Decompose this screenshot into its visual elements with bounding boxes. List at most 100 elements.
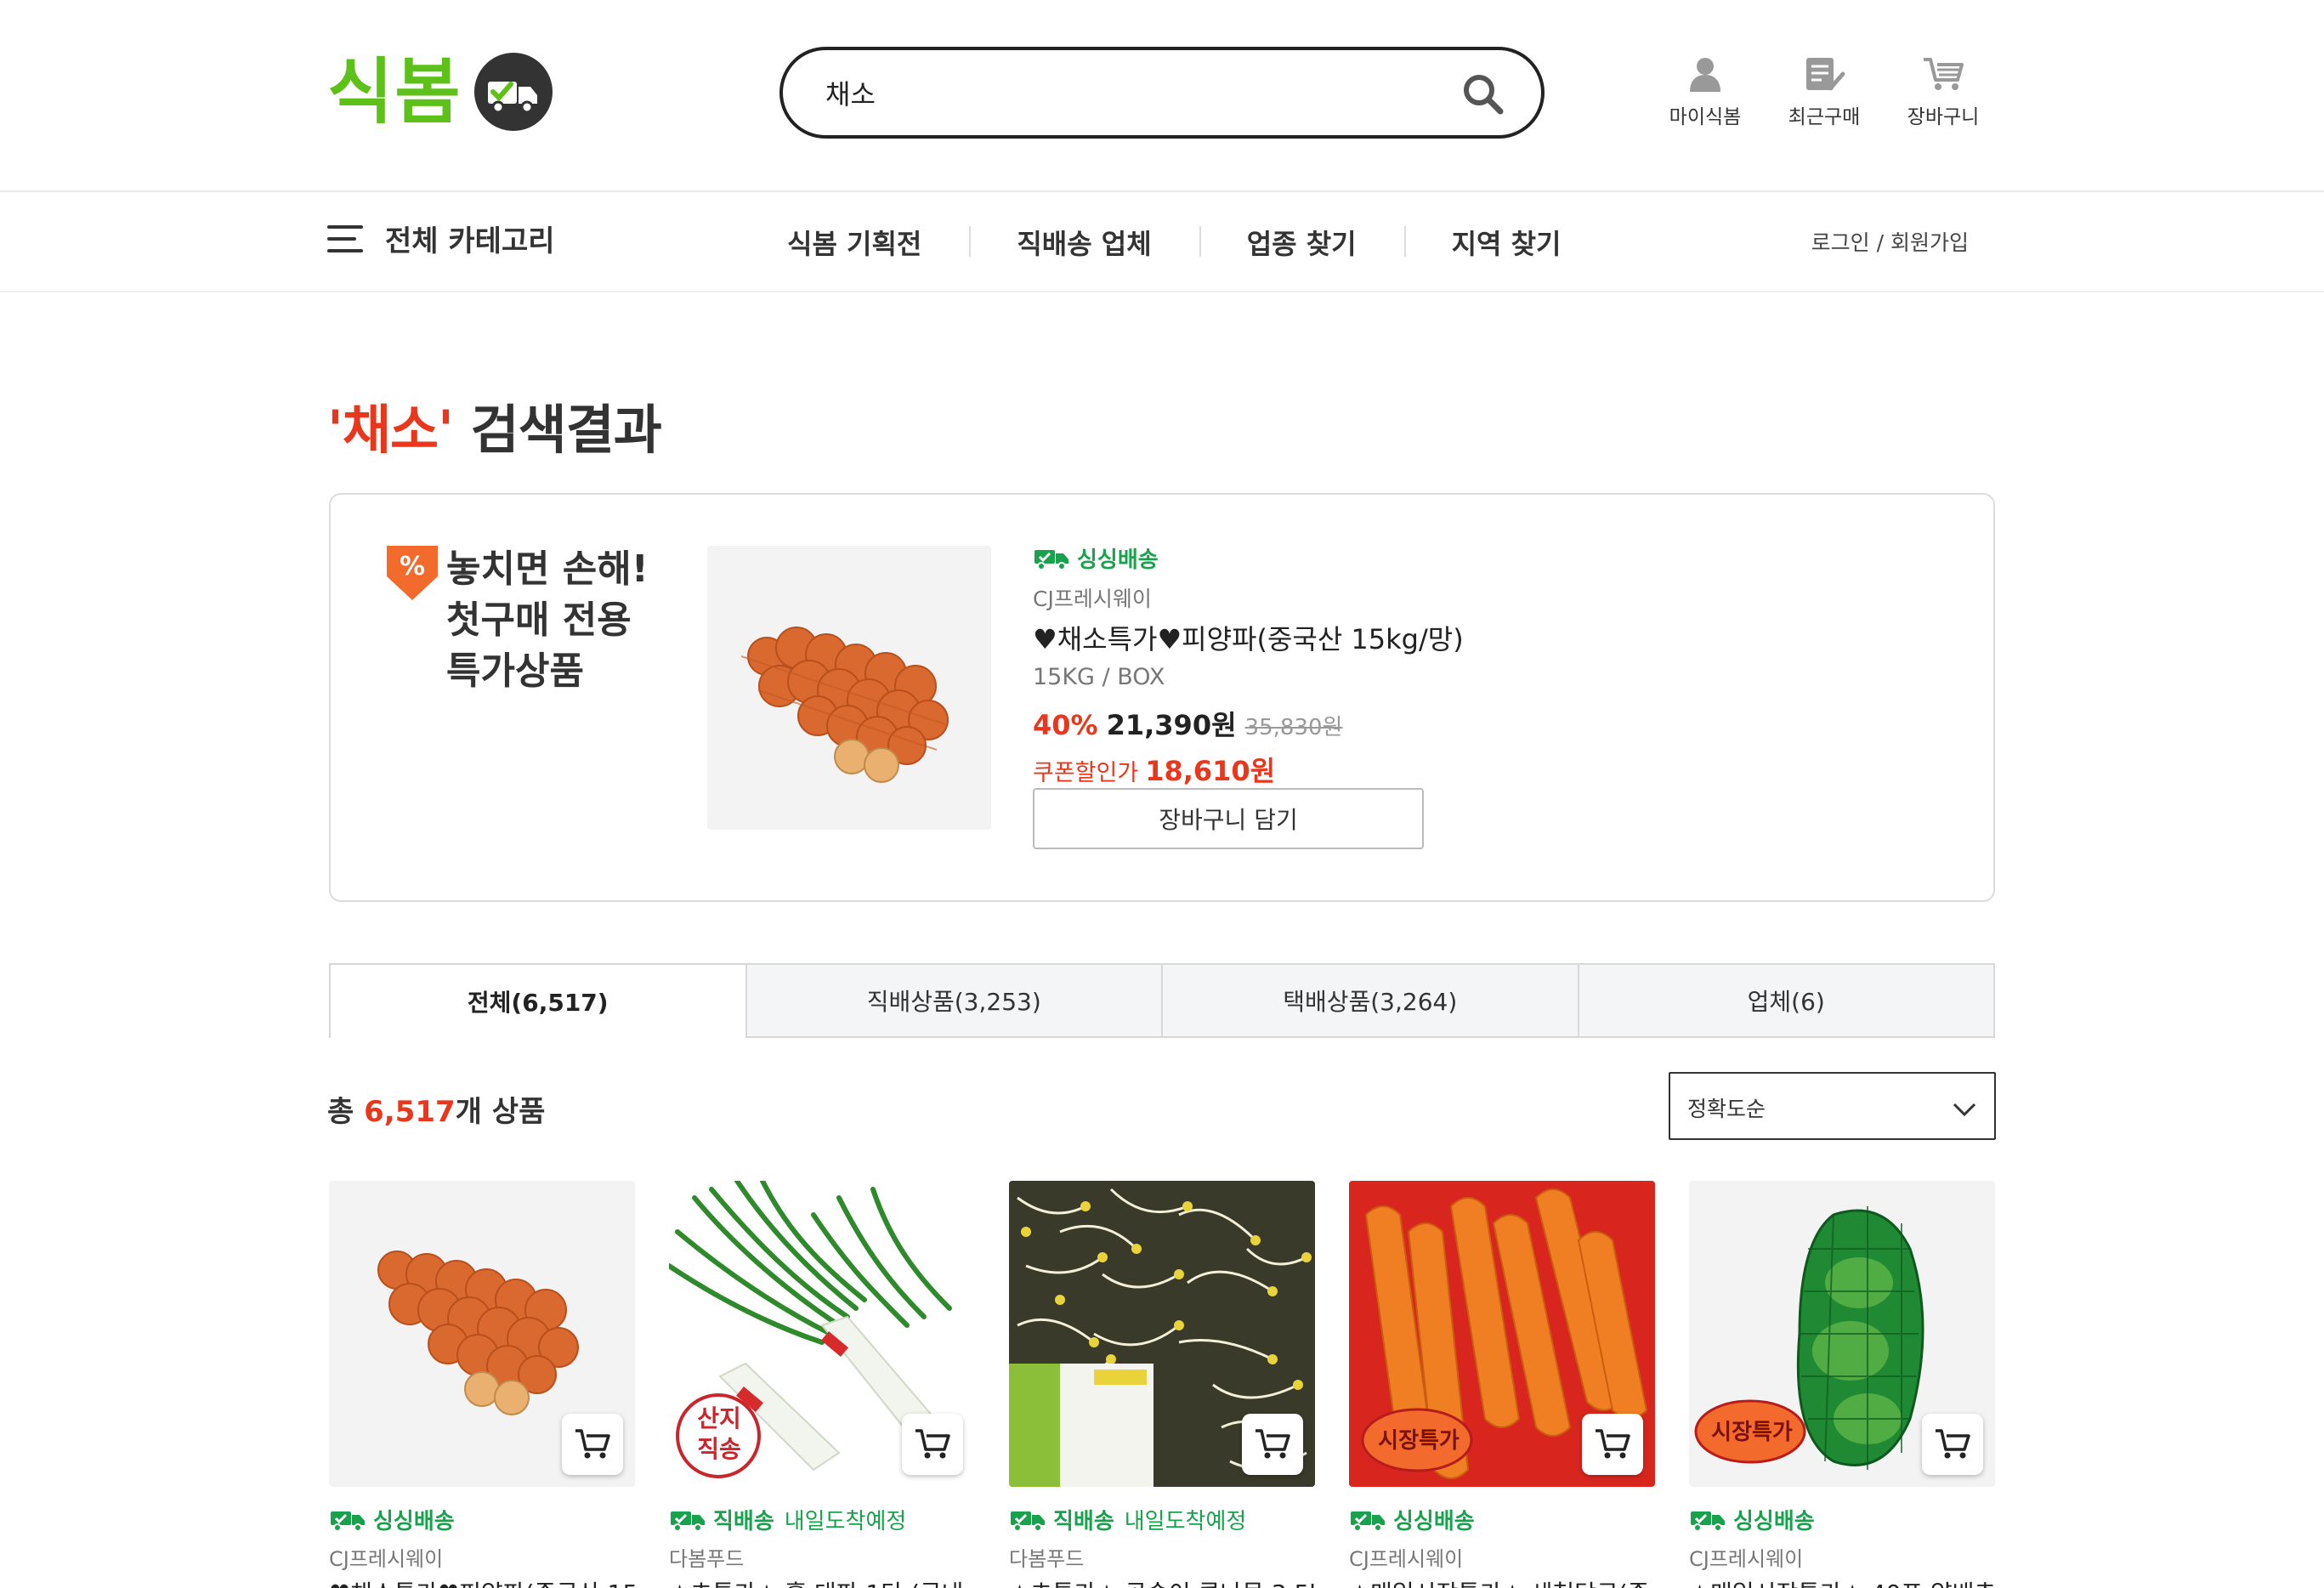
add-to-cart-icon[interactable] xyxy=(562,1414,623,1475)
product-name[interactable]: ★매일시장특가★ 세척당근(중 xyxy=(1349,1575,1655,1588)
nav-link-business-type[interactable]: 업종 찾기 xyxy=(1199,223,1404,262)
recent-order-label: 최근구매 xyxy=(1788,106,1861,128)
product-image[interactable]: 시장특가 xyxy=(1689,1181,1995,1487)
shipping-label: 싱싱배송 xyxy=(1033,542,1628,574)
truck-icon xyxy=(1351,1511,1385,1532)
sort-selected: 정확도순 xyxy=(1687,1097,1766,1121)
discount-badge-icon: % xyxy=(387,546,438,600)
nav-link-promotions[interactable]: 식봄 기획전 xyxy=(740,223,969,262)
product-seller: CJ프레시웨이 xyxy=(1689,1547,1804,1571)
add-to-cart-button[interactable]: 장바구니 담기 xyxy=(1033,788,1424,849)
arrival-text: 내일도착예정 xyxy=(1124,1509,1247,1534)
product-seller: 다봄푸드 xyxy=(669,1547,745,1571)
search-bar xyxy=(779,47,1545,139)
product-name[interactable]: ★매일시장특가★ 40포 양배추 xyxy=(1689,1575,1995,1588)
product-info: 직배송 내일도착예정 다봄푸드 ★초특가★ 곱슬이 콩나물 3.5k xyxy=(1009,1504,1315,1588)
product-image[interactable] xyxy=(1009,1181,1315,1487)
product-card[interactable]: 싱싱배송 CJ프레시웨이 ♥채소특가♥피양파(중국산 15 xyxy=(329,1181,635,1588)
my-page-label: 마이식봄 xyxy=(1669,106,1742,128)
first-purchase-promo: % 놓치면 손해! 첫구매 전용 특가상품 싱싱배송 CJ프레시웨이 ♥채소특가… xyxy=(329,493,1995,902)
truck-icon xyxy=(1691,1511,1725,1532)
product-info: 싱싱배송 CJ프레시웨이 ★매일시장특가★ 세척당근(중 xyxy=(1349,1504,1655,1588)
shipping-text: 싱싱배송 xyxy=(1077,547,1159,573)
sort-select[interactable]: 정확도순 xyxy=(1669,1072,1996,1140)
product-image[interactable] xyxy=(329,1181,635,1487)
origin-direct-stamp: 산지 직송 xyxy=(697,1404,741,1463)
product-name[interactable]: ★초특가★ 곱슬이 콩나물 3.5k xyxy=(1009,1575,1315,1588)
product-info: 싱싱배송 CJ프레시웨이 ★매일시장특가★ 40포 양배추 xyxy=(1689,1504,1995,1588)
product-card[interactable]: 산지직송 직배송 내일도착예정 다봄푸드 ★초특가★ 흙 대파 1단 (국내 xyxy=(669,1181,975,1588)
product-card[interactable]: 직배송 내일도착예정 다봄푸드 ★초특가★ 곱슬이 콩나물 3.5k xyxy=(1009,1181,1315,1588)
promo-product-name[interactable]: ♥채소특가♥피양파(중국산 15kg/망) xyxy=(1033,618,1628,657)
shipping-label: 싱싱배송 xyxy=(1349,1504,1655,1535)
site-header: 식봄 마이식봄 xyxy=(0,0,2324,192)
tab-direct-delivery[interactable]: 직배상품(3,253) xyxy=(746,963,1163,1038)
truck-icon xyxy=(331,1511,365,1532)
nav-link-region[interactable]: 지역 찾기 xyxy=(1403,223,1609,262)
product-card[interactable]: 시장특가 싱싱배송 CJ프레시웨이 ★매일시장특가★ 40포 양배추 xyxy=(1689,1181,1995,1588)
promo-headline: 놓치면 손해! 첫구매 전용 특가상품 xyxy=(446,547,649,693)
recent-order-button[interactable]: 최근구매 xyxy=(1773,56,1875,129)
add-to-cart-icon[interactable] xyxy=(1242,1414,1303,1475)
login-signup-link[interactable]: 로그인 / 회원가입 xyxy=(1811,226,1969,257)
cart-label: 장바구니 xyxy=(1907,106,1980,128)
shipping-text: 직배송 xyxy=(1053,1509,1114,1534)
shipping-text: 싱싱배송 xyxy=(1393,1509,1475,1534)
cart-icon xyxy=(1924,58,1964,90)
logo-text: 식봄 xyxy=(327,50,462,133)
promo-unit: 15KG / BOX xyxy=(1033,664,1165,690)
cart-button[interactable]: 장바구니 xyxy=(1892,56,1994,129)
nav-link-direct-sellers[interactable]: 직배송 업체 xyxy=(969,223,1199,262)
shipping-text: 싱싱배송 xyxy=(1733,1509,1815,1534)
product-image[interactable]: 시장특가 xyxy=(1349,1181,1655,1487)
shipping-text: 직배송 xyxy=(713,1509,774,1534)
promo-seller: CJ프레시웨이 xyxy=(1033,587,1152,611)
market-special-stamp: 시장특가 xyxy=(1378,1428,1460,1454)
search-icon[interactable] xyxy=(1460,71,1507,118)
my-page-button[interactable]: 마이식봄 xyxy=(1654,56,1756,129)
main-nav: 전체 카테고리 식봄 기획전 직배송 업체 업종 찾기 지역 찾기 로그인 / … xyxy=(0,192,2324,292)
add-to-cart-icon[interactable] xyxy=(1922,1414,1983,1475)
total-suffix: 개 상품 xyxy=(455,1095,546,1129)
search-result-suffix: 검색결과 xyxy=(453,399,662,461)
price-row: 40% 21,390원 35,830원 xyxy=(1033,704,1628,743)
truck-logo-icon xyxy=(473,53,553,131)
nav-links: 식봄 기획전 직배송 업체 업종 찾기 지역 찾기 xyxy=(740,192,1609,292)
sale-price: 21,390원 xyxy=(1106,709,1237,741)
result-tabs: 전체(6,517) 직배상품(3,253) 택배상품(3,264) 업체(6) xyxy=(329,963,1995,1038)
promo-product-image[interactable] xyxy=(707,546,991,830)
add-to-cart-icon[interactable] xyxy=(1582,1414,1643,1475)
tab-sellers[interactable]: 업체(6) xyxy=(1579,963,1995,1038)
tab-all[interactable]: 전체(6,517) xyxy=(329,963,747,1038)
coupon-row: 쿠폰할인가 18,610원 xyxy=(1033,750,1628,789)
shipping-label: 싱싱배송 xyxy=(1689,1504,1995,1535)
search-input[interactable] xyxy=(825,69,1420,116)
all-category-button[interactable]: 전체 카테고리 xyxy=(327,218,555,259)
product-image[interactable]: 산지 직송 xyxy=(669,1181,975,1487)
product-name[interactable]: ★초특가★ 흙 대파 1단 (국내 xyxy=(669,1575,975,1588)
search-result-title: '채소' 검색결과 xyxy=(327,387,662,463)
menu-icon xyxy=(327,224,363,254)
product-name[interactable]: ♥채소특가♥피양파(중국산 15 xyxy=(329,1575,635,1588)
product-card[interactable]: 시장특가 싱싱배송 CJ프레시웨이 ★매일시장특가★ 세척당근(중 xyxy=(1349,1181,1655,1588)
truck-icon xyxy=(1034,549,1068,570)
recent-order-icon xyxy=(1806,58,1845,91)
total-number: 6,517 xyxy=(364,1095,456,1129)
user-icon xyxy=(1690,58,1720,92)
arrival-text: 내일도착예정 xyxy=(784,1509,907,1534)
truck-icon xyxy=(1011,1511,1045,1532)
shipping-label: 직배송 내일도착예정 xyxy=(1009,1504,1315,1535)
site-logo[interactable]: 식봄 xyxy=(327,53,553,131)
promo-product-info: 싱싱배송 CJ프레시웨이 ♥채소특가♥피양파(중국산 15kg/망) 15KG … xyxy=(1033,542,1628,789)
market-special-stamp: 시장특가 xyxy=(1711,1420,1793,1445)
coupon-price: 18,610원 xyxy=(1145,755,1276,787)
total-prefix: 총 xyxy=(327,1095,365,1129)
original-price: 35,830원 xyxy=(1244,715,1343,740)
shipping-label: 싱싱배송 xyxy=(329,1504,635,1535)
add-to-cart-icon[interactable] xyxy=(902,1414,963,1475)
tab-parcel-delivery[interactable]: 택배상품(3,264) xyxy=(1163,963,1579,1038)
discount-rate: 40% xyxy=(1033,709,1098,741)
product-seller: CJ프레시웨이 xyxy=(329,1547,444,1571)
chevron-down-icon xyxy=(1953,1103,1976,1117)
product-info: 직배송 내일도착예정 다봄푸드 ★초특가★ 흙 대파 1단 (국내 xyxy=(669,1504,975,1588)
